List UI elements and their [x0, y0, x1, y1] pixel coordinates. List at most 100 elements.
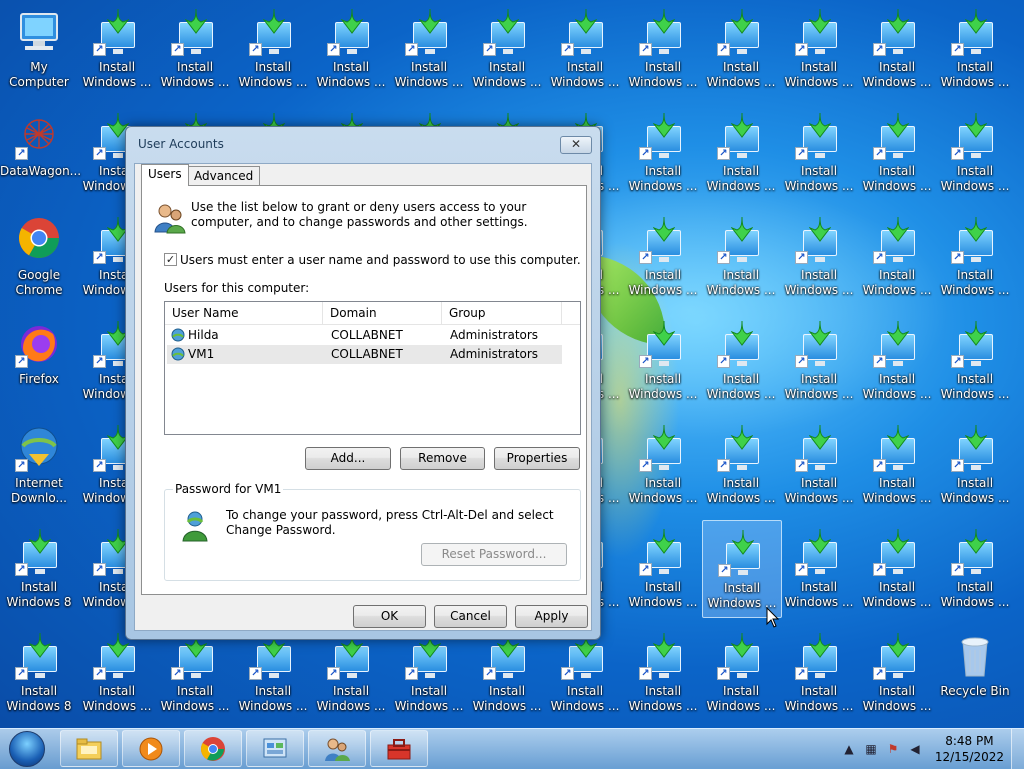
desktop-icon-install-windows[interactable]: ↗Install Windows ...	[78, 0, 156, 96]
desktop-icon-install-windows[interactable]: ↗Install Windows ...	[780, 520, 858, 616]
shortcut-arrow-icon: ↗	[951, 251, 964, 264]
desktop-icon-install-windows[interactable]: ↗Install Windows ...	[702, 0, 780, 96]
desktop-icon-install-windows[interactable]: ↗Install Windows ...	[702, 208, 780, 304]
desktop-icon-install-windows[interactable]: ↗Install Windows ...	[936, 520, 1014, 616]
desktop-icon-install-windows[interactable]: ↗Install Windows ...	[546, 0, 624, 96]
show-hidden-icons-icon[interactable]: ▲	[842, 742, 856, 756]
desktop-icon-install-windows[interactable]: ↗ Install Windows ...	[624, 312, 702, 408]
tab-users[interactable]: Users	[141, 164, 189, 186]
apply-button[interactable]: Apply	[515, 605, 588, 628]
install-icon: ↗	[639, 320, 687, 368]
desktop-icon-install-windows[interactable]: ↗Install Windows ...	[624, 520, 702, 616]
desktop-icon-install-win8-b[interactable]: ↗ Install Windows 8	[0, 624, 78, 720]
column-group[interactable]: Group	[442, 302, 562, 324]
tab-advanced[interactable]: Advanced	[187, 166, 261, 186]
desktop-icon-install-windows[interactable]: ↗Install Windows ...	[780, 312, 858, 408]
desktop-icon-install-windows[interactable]: ↗Install Windows ...	[234, 0, 312, 96]
desktop-icon-install-win8-a[interactable]: ↗ Install Windows 8	[0, 520, 78, 616]
desktop-icon-install-windows[interactable]: ↗Install Windows ...	[390, 0, 468, 96]
desktop-icon-install-windows[interactable]: ↗Install Windows ...	[936, 208, 1014, 304]
download-arrow-icon	[732, 529, 754, 555]
download-arrow-icon	[653, 424, 675, 450]
taskbar-toolbox[interactable]	[370, 730, 428, 767]
desktop-icon-install-windows[interactable]: ↗Install Windows ...	[624, 208, 702, 304]
download-arrow-icon	[497, 8, 519, 34]
desktop-icon-install-windows[interactable]: ↗Install Windows ...	[780, 624, 858, 720]
toolbox-icon	[387, 739, 411, 760]
cancel-button[interactable]: Cancel	[434, 605, 507, 628]
desktop-icon-install-windows[interactable]: ↗Install Windows ...	[936, 104, 1014, 200]
shortcut-arrow-icon: ↗	[717, 147, 730, 160]
desktop-icon-install-windows[interactable]: ↗Install Windows ...	[702, 520, 782, 618]
start-button[interactable]	[4, 730, 52, 768]
taskbar-media-player[interactable]	[122, 730, 180, 767]
add-button[interactable]: Add...	[305, 447, 391, 470]
users-list[interactable]: User Name Domain Group Hilda COLLABNET A…	[164, 301, 581, 435]
ok-button[interactable]: OK	[353, 605, 426, 628]
desktop-icon-install-windows[interactable]: ↗Install Windows ...	[858, 0, 936, 96]
desktop-icon-label: Install Windows ...	[784, 60, 854, 89]
desktop-icon-install-windows[interactable]: ↗Install Windows ...	[858, 624, 936, 720]
desktop-icon-datawagon[interactable]: ↗ DataWagon...	[0, 104, 81, 200]
desktop-icon-install-windows[interactable]: ↗Install Windows ...	[780, 416, 858, 512]
close-button[interactable]: ✕	[560, 136, 592, 154]
desktop-icon-install-windows[interactable]: ↗Install Windows ...	[858, 312, 936, 408]
shortcut-arrow-icon: ↗	[795, 147, 808, 160]
desktop-icon-install-windows[interactable]: ↗Install Windows ...	[936, 416, 1014, 512]
desktop-icon-install-windows[interactable]: ↗Install Windows ...	[702, 104, 780, 200]
desktop-icon-recycle-bin[interactable]: Recycle Bin	[936, 624, 1014, 720]
desktop-icon-install-windows[interactable]: ↗Install Windows ...	[780, 0, 858, 96]
remove-button[interactable]: Remove	[400, 447, 485, 470]
table-row-selected[interactable]: VM1 COLLABNET Administrators	[167, 345, 562, 364]
desktop-icon-label: Install Windows ...	[862, 476, 932, 505]
taskbar-control-panel[interactable]	[246, 730, 304, 767]
desktop-icon-install-windows[interactable]: ↗Install Windows ...	[624, 104, 702, 200]
desktop-icon-install-windows[interactable]: ↗Install Windows ...	[468, 0, 546, 96]
desktop-icon-internet-download[interactable]: ↗ Internet Downlo...	[0, 416, 78, 512]
desktop-icon-install-windows[interactable]: ↗Install Windows ...	[936, 0, 1014, 96]
desktop-icon-install-windows[interactable]: ↗Install Windows ...	[702, 624, 780, 720]
desktop-icon-install-windows[interactable]: ↗Install Windows ...	[624, 416, 702, 512]
desktop-icon-label: Install Windows ...	[628, 372, 698, 401]
install-icon: ↗	[639, 8, 687, 56]
table-row[interactable]: Hilda COLLABNET Administrators	[167, 326, 562, 345]
action-center-icon[interactable]: ⚑	[886, 742, 900, 756]
download-arrow-icon	[965, 528, 987, 554]
show-desktop-button[interactable]	[1011, 729, 1024, 769]
column-user-name[interactable]: User Name	[165, 302, 323, 324]
column-domain[interactable]: Domain	[323, 302, 442, 324]
volume-icon[interactable]: ◀	[908, 742, 922, 756]
desktop-icon-install-windows[interactable]: ↗Install Windows ...	[780, 208, 858, 304]
desktop-icon-google-chrome[interactable]: Google Chrome	[0, 208, 78, 304]
properties-button[interactable]: Properties	[494, 447, 580, 470]
desktop-icon-firefox[interactable]: ↗ Firefox	[0, 312, 78, 408]
desktop-icon-install-windows[interactable]: ↗Install Windows ...	[936, 312, 1014, 408]
desktop-icon-install-windows[interactable]: ↗Install Windows ...	[312, 0, 390, 96]
desktop-icon-install-windows[interactable]: ↗Install Windows ...	[858, 104, 936, 200]
install-icon: ↗	[873, 216, 921, 264]
install-icon: ↗	[873, 320, 921, 368]
desktop-icon-my-computer[interactable]: My Computer	[0, 0, 78, 96]
desktop-icon-install-windows[interactable]: ↗Install Windows ...	[702, 416, 780, 512]
desktop-icon-install-windows[interactable]: ↗Install Windows ...	[156, 0, 234, 96]
desktop-icon-install-windows[interactable]: ↗Install Windows ...	[858, 208, 936, 304]
taskbar-user-accounts[interactable]	[308, 730, 366, 767]
shortcut-arrow-icon: ↗	[873, 563, 886, 576]
download-arrow-icon	[809, 112, 831, 138]
desktop-icon-install-windows[interactable]: ↗Install Windows ...	[624, 624, 702, 720]
taskbar-explorer[interactable]	[60, 730, 118, 767]
desktop-icon-install-windows[interactable]: ↗Install Windows ...	[780, 104, 858, 200]
reset-password-button[interactable]: Reset Password...	[421, 543, 567, 566]
desktop-icon-install-windows[interactable]: ↗Install Windows ...	[858, 520, 936, 616]
desktop-icon-install-windows[interactable]: ↗Install Windows ...	[702, 312, 780, 408]
network-icon[interactable]: ▦	[864, 742, 878, 756]
download-arrow-icon	[731, 8, 753, 34]
desktop-icon-install-windows[interactable]: ↗Install Windows ...	[858, 416, 936, 512]
taskbar-chrome[interactable]	[184, 730, 242, 767]
clock[interactable]: 8:48 PM 12/15/2022	[935, 733, 1004, 765]
desktop-icon-label: Install Windows ...	[940, 372, 1010, 401]
shortcut-arrow-icon: ↗	[93, 147, 106, 160]
must-login-checkbox[interactable]: ✓	[164, 253, 177, 266]
desktop-icon-install-windows[interactable]: ↗Install Windows ...	[624, 0, 702, 96]
shortcut-arrow-icon: ↗	[717, 355, 730, 368]
